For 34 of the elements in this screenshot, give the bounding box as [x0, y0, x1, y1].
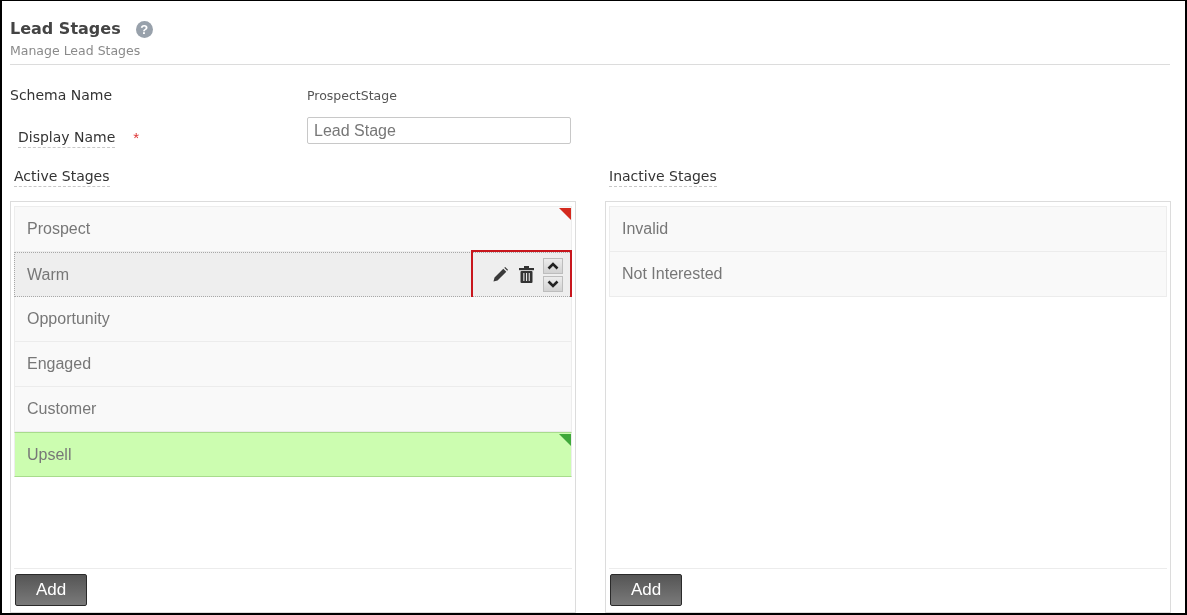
chevron-down-icon	[547, 279, 559, 288]
move-down-button[interactable]	[543, 275, 563, 292]
stage-name: Upsell	[27, 444, 72, 465]
stage-row[interactable]: Upsell	[14, 432, 572, 477]
stage-name: Prospect	[27, 219, 91, 239]
required-mark: *	[133, 127, 140, 148]
page-title: Lead Stages	[10, 18, 121, 40]
section-label: Active Stages	[14, 166, 110, 187]
stage-row[interactable]: Warm	[14, 252, 572, 297]
stage-name: Warm	[27, 264, 70, 285]
add-button[interactable]: Add	[610, 574, 682, 606]
help-icon[interactable]: ?	[135, 20, 153, 38]
stage-row[interactable]: Prospect	[14, 207, 572, 252]
stage-row[interactable]: Opportunity	[14, 297, 572, 342]
field-value: ProspectStage	[307, 87, 397, 103]
section-label: Inactive Stages	[609, 166, 717, 187]
stage-row[interactable]: Not Interested	[609, 252, 1167, 297]
stage-row[interactable]: Customer	[14, 387, 572, 432]
stage-name: Opportunity	[27, 309, 110, 329]
stage-name: Invalid	[622, 219, 669, 239]
pencil-icon[interactable]	[493, 267, 508, 282]
add-button[interactable]: Add	[15, 574, 87, 606]
chevron-up-icon	[547, 261, 559, 270]
field-label: Schema Name	[10, 86, 113, 105]
page-subtitle: Manage Lead Stages	[10, 43, 141, 59]
trash-icon[interactable]	[519, 266, 534, 283]
move-up-button[interactable]	[543, 257, 563, 274]
field-label: Display Name	[18, 127, 116, 148]
stage-name: Not Interested	[622, 264, 723, 284]
stage-row[interactable]: Engaged	[14, 342, 572, 387]
stage-row[interactable]: Invalid	[609, 207, 1167, 252]
display-name-input[interactable]: Lead Stage	[307, 117, 571, 144]
stage-name: Engaged	[27, 354, 92, 374]
stage-name: Customer	[27, 399, 97, 419]
